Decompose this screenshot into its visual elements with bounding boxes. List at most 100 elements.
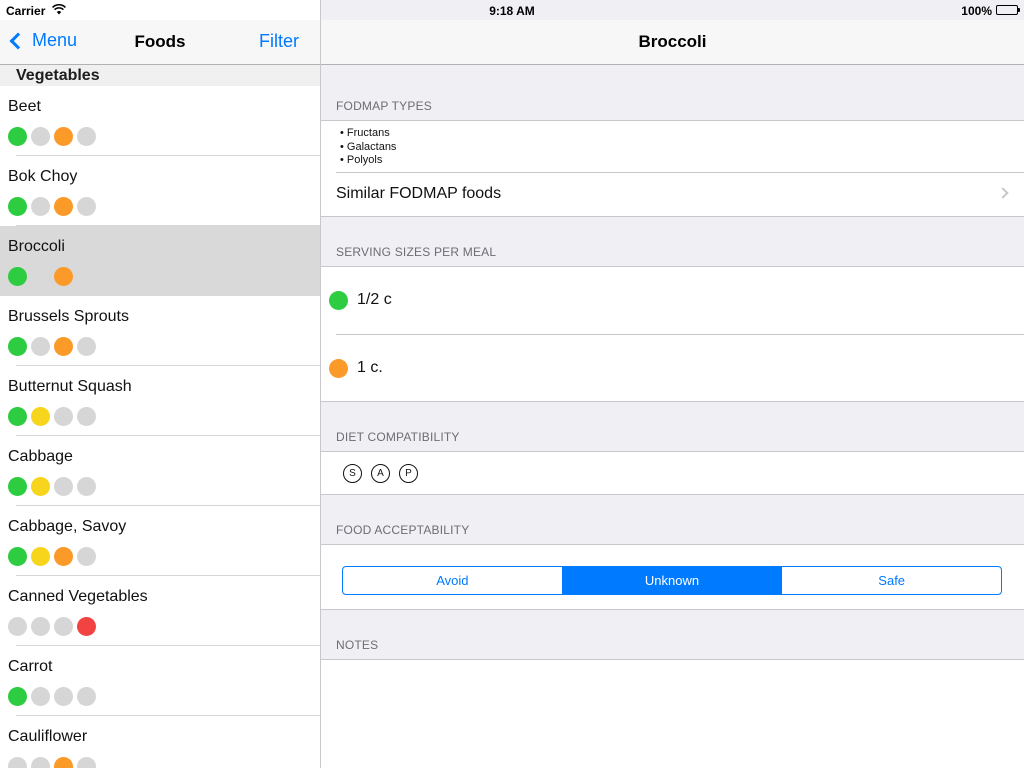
fodmap-dot-gray — [77, 477, 96, 496]
diet-badges: SAP — [343, 464, 427, 483]
fodmap-dot-gray — [31, 687, 50, 706]
food-list-pane: Menu Foods Filter Vegetables Beet Bok Cho… — [0, 0, 320, 768]
detail-title: Broccoli — [638, 32, 707, 51]
fodmap-dot-none — [31, 267, 50, 286]
left-navigation-bar: Menu Foods Filter — [0, 20, 320, 65]
battery-icon — [996, 5, 1020, 15]
fodmap-dot-gray — [77, 757, 96, 768]
fodmap-dot-gray — [31, 127, 50, 146]
diet-compatibility-header: DIET COMPATIBILITY — [336, 430, 460, 444]
acceptability-option-avoid[interactable]: Avoid — [343, 567, 563, 594]
food-list: Beet Bok Choy Broccoli Brussels Sprouts Butt… — [0, 86, 320, 768]
food-row[interactable]: Cabbage, Savoy — [0, 506, 320, 576]
fodmap-types-group: • Fructans • Galactans • Polyols Similar F… — [321, 120, 1024, 217]
fodmap-dot-yellow — [31, 477, 50, 496]
row-separator — [336, 172, 1024, 173]
fodmap-indicator-dots — [8, 757, 100, 768]
acceptability-option-safe[interactable]: Safe — [782, 567, 1001, 594]
filter-button[interactable]: Filter — [259, 31, 299, 52]
fodmap-indicator-dots — [8, 407, 100, 426]
food-row[interactable]: Cauliflower — [0, 716, 320, 768]
fodmap-dot-green — [8, 547, 27, 566]
fodmap-dot-orange — [54, 757, 73, 768]
food-row[interactable]: Beet — [0, 86, 320, 156]
notes-area[interactable] — [321, 659, 1024, 768]
fodmap-dot-green — [8, 197, 27, 216]
serving-sizes-header: SERVING SIZES PER MEAL — [336, 245, 497, 259]
diet-badge-p: P — [399, 464, 418, 483]
similar-fodmap-foods-row[interactable]: Similar FODMAP foods — [336, 185, 501, 203]
food-name: Cabbage — [8, 448, 73, 465]
fodmap-dot-gray — [54, 687, 73, 706]
right-navigation-bar: Broccoli — [321, 20, 1024, 65]
fodmap-dot-green — [8, 337, 27, 356]
fodmap-dot-red — [77, 617, 96, 636]
acceptability-segmented-control: Avoid Unknown Safe — [342, 566, 1002, 595]
fodmap-dot-gray — [31, 197, 50, 216]
fodmap-dot-yellow — [31, 547, 50, 566]
fodmap-indicator-dots — [8, 197, 100, 216]
food-acceptability-group: Avoid Unknown Safe — [321, 544, 1024, 610]
fodmap-dot-green — [8, 267, 27, 286]
fodmap-dot-gray — [77, 407, 96, 426]
fodmap-dot-gray — [54, 617, 73, 636]
fodmap-dot-gray — [77, 127, 96, 146]
diet-badge-s: S — [343, 464, 362, 483]
food-name: Bok Choy — [8, 168, 78, 185]
food-row[interactable]: Broccoli — [0, 226, 320, 296]
fodmap-dot-gray — [31, 757, 50, 768]
fodmap-types-list: • Fructans • Galactans • Polyols — [340, 127, 396, 168]
fodmap-type-item: • Fructans — [340, 127, 390, 139]
food-name: Beet — [8, 98, 41, 115]
fodmap-indicator-dots — [8, 547, 100, 566]
fodmap-dot-gray — [77, 337, 96, 356]
food-name: Brussels Sprouts — [8, 308, 129, 325]
fodmap-indicator-dots — [8, 267, 77, 286]
food-name: Cauliflower — [8, 728, 88, 745]
serving-dot-orange — [329, 359, 348, 378]
fodmap-dot-green — [8, 687, 27, 706]
fodmap-type-item: • Polyols — [340, 154, 383, 166]
fodmap-indicator-dots — [8, 337, 100, 356]
chevron-right-icon — [997, 187, 1009, 199]
serving-size-text: 1/2 c — [357, 291, 392, 308]
fodmap-dot-gray — [54, 407, 73, 426]
fodmap-dot-orange — [54, 197, 73, 216]
fodmap-dot-orange — [54, 337, 73, 356]
serving-size-row: 1/2 c — [321, 267, 1024, 334]
acceptability-option-unknown[interactable]: Unknown — [562, 567, 783, 594]
food-name: Broccoli — [8, 238, 65, 255]
food-detail-pane: Broccoli FODMAP TYPES • Fructans • Galact… — [321, 0, 1024, 768]
fodmap-indicator-dots — [8, 477, 100, 496]
fodmap-dot-gray — [31, 617, 50, 636]
food-row[interactable]: Cabbage — [0, 436, 320, 506]
food-row[interactable]: Canned Vegetables — [0, 576, 320, 646]
serving-dot-green — [329, 291, 348, 310]
serving-size-text: 1 c. — [357, 359, 383, 376]
fodmap-dot-green — [8, 477, 27, 496]
fodmap-dot-orange — [54, 547, 73, 566]
food-acceptability-header: FOOD ACCEPTABILITY — [336, 523, 470, 537]
food-name: Cabbage, Savoy — [8, 518, 127, 535]
fodmap-dot-gray — [8, 757, 27, 768]
food-row[interactable]: Brussels Sprouts — [0, 296, 320, 366]
food-row[interactable]: Bok Choy — [0, 156, 320, 226]
diet-compatibility-group: SAP — [321, 451, 1024, 495]
fodmap-dot-orange — [54, 267, 73, 286]
notes-header: NOTES — [336, 638, 379, 652]
fodmap-types-header: FODMAP TYPES — [336, 99, 432, 113]
food-row[interactable]: Carrot — [0, 646, 320, 716]
fodmap-type-item: • Galactans — [340, 140, 397, 153]
serving-sizes-group: 1/2 c 1 c. — [321, 266, 1024, 402]
fodmap-indicator-dots — [8, 687, 100, 706]
food-name: Canned Vegetables — [8, 588, 148, 605]
section-header-vegetables: Vegetables — [0, 65, 320, 86]
fodmap-dot-gray — [54, 477, 73, 496]
food-row[interactable]: Butternut Squash — [0, 366, 320, 436]
fodmap-dot-gray — [77, 197, 96, 216]
fodmap-dot-gray — [8, 617, 27, 636]
fodmap-dot-gray — [77, 547, 96, 566]
fodmap-indicator-dots — [8, 127, 100, 146]
food-name: Carrot — [8, 658, 53, 675]
fodmap-dot-yellow — [31, 407, 50, 426]
